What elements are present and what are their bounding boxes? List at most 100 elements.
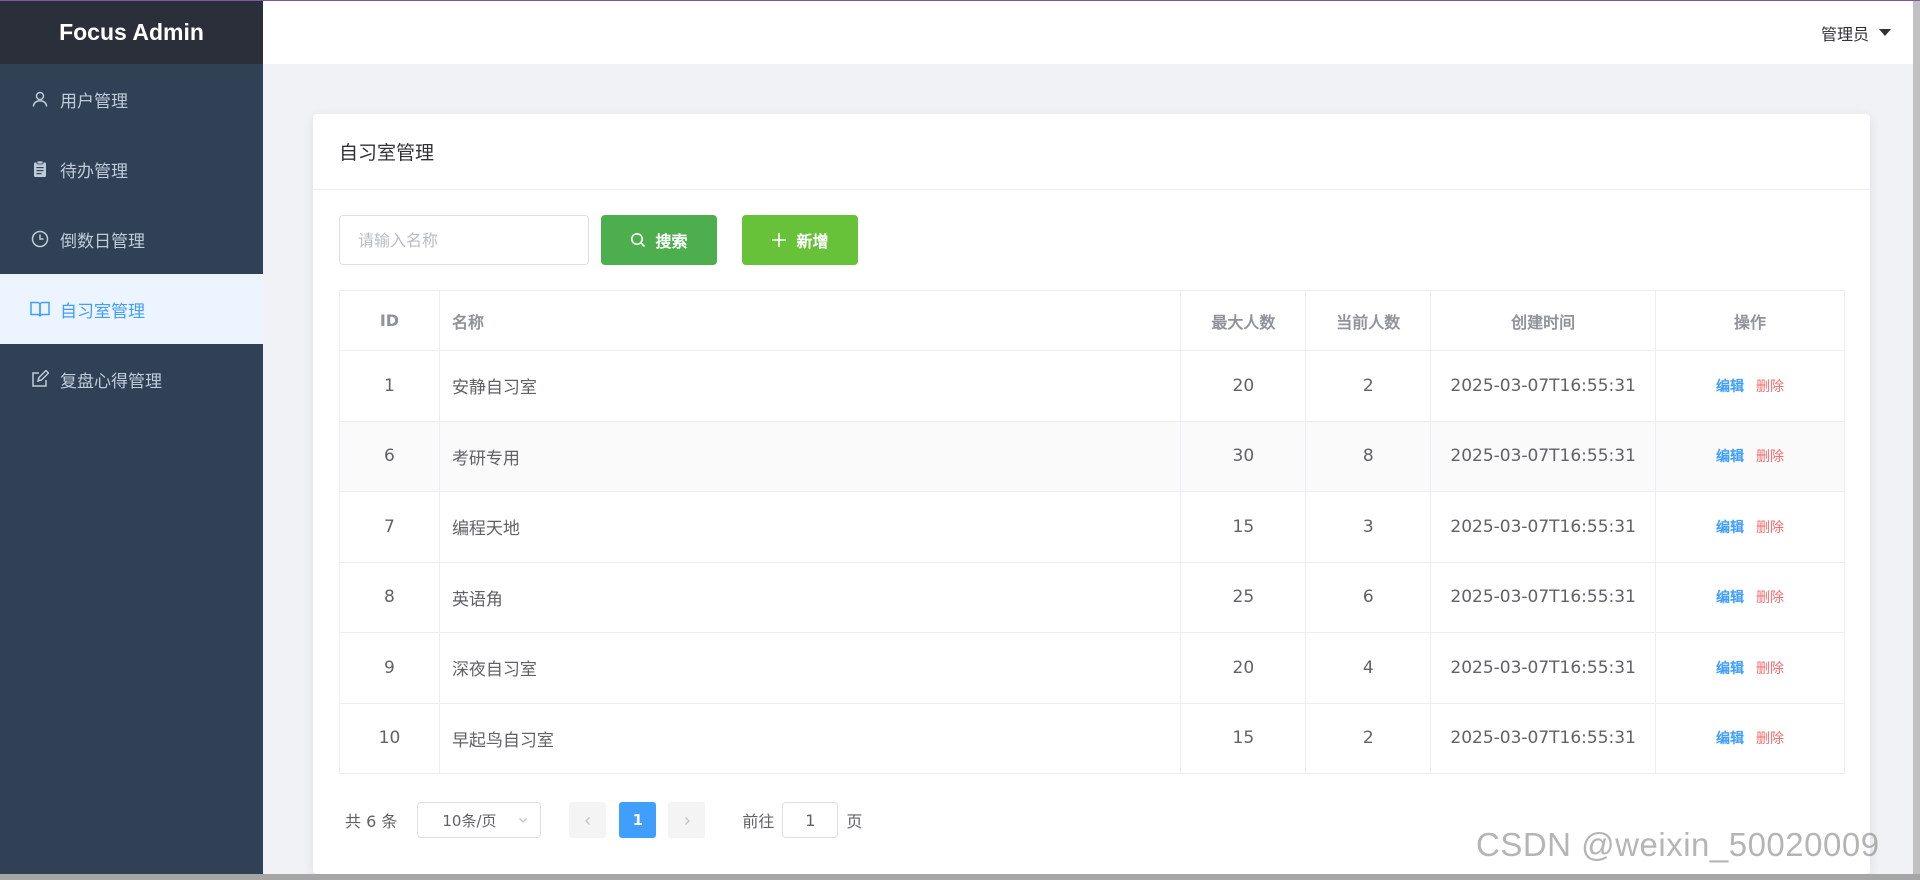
cell-current: 3 bbox=[1305, 491, 1432, 563]
sidebar-item-label: 自习室管理 bbox=[60, 301, 145, 322]
cell-max: 20 bbox=[1180, 632, 1307, 704]
goto-page-input[interactable] bbox=[782, 802, 839, 838]
cell-current: 8 bbox=[1305, 420, 1432, 492]
delete-link[interactable]: 删除 bbox=[1756, 449, 1784, 465]
sidebar-item-label: 复盘心得管理 bbox=[60, 371, 162, 392]
delete-link[interactable]: 删除 bbox=[1756, 590, 1784, 606]
sidebar-item-label: 待办管理 bbox=[60, 161, 128, 182]
horizontal-scrollbar[interactable] bbox=[0, 874, 1920, 880]
table-row: 1 安静自习室 20 2 2025-03-07T16:55:31 编辑 删除 bbox=[339, 350, 1845, 422]
study-room-card: 自习室管理 搜索 新增 ID bbox=[313, 114, 1870, 874]
table-row: 8 英语角 25 6 2025-03-07T16:55:31 编辑 删除 bbox=[339, 561, 1845, 633]
table-row: 7 编程天地 15 3 2025-03-07T16:55:31 编辑 删除 bbox=[339, 491, 1845, 563]
cell-max: 30 bbox=[1180, 420, 1307, 492]
chevron-down-icon bbox=[518, 811, 528, 829]
cell-name: 编程天地 bbox=[438, 491, 1182, 563]
delete-link[interactable]: 删除 bbox=[1756, 520, 1784, 536]
cell-max: 15 bbox=[1180, 491, 1307, 563]
edit-link[interactable]: 编辑 bbox=[1716, 661, 1744, 677]
cell-id: 10 bbox=[339, 702, 440, 774]
clock-icon bbox=[30, 229, 50, 249]
delete-link[interactable]: 删除 bbox=[1756, 379, 1784, 395]
cell-created: 2025-03-07T16:55:31 bbox=[1430, 491, 1657, 563]
search-button[interactable]: 搜索 bbox=[601, 215, 717, 265]
watermark: CSDN @weixin_50020009 bbox=[1476, 826, 1880, 863]
caret-down-icon bbox=[1879, 29, 1891, 36]
cell-id: 7 bbox=[339, 491, 440, 563]
cell-name: 考研专用 bbox=[438, 420, 1182, 492]
chevron-left-icon bbox=[583, 811, 593, 830]
column-header-actions: 操作 bbox=[1655, 290, 1845, 351]
edit-link[interactable]: 编辑 bbox=[1716, 731, 1744, 747]
sidebar-item-label: 倒数日管理 bbox=[60, 231, 145, 252]
user-dropdown[interactable]: 管理员 bbox=[1821, 1, 1891, 64]
page-size-value: 10条/页 bbox=[442, 811, 497, 830]
goto-label: 前往 bbox=[742, 812, 775, 831]
add-button[interactable]: 新增 bbox=[742, 215, 858, 265]
top-header: 管理员 bbox=[263, 1, 1913, 64]
edit-link[interactable]: 编辑 bbox=[1716, 590, 1744, 606]
cell-actions: 编辑 删除 bbox=[1655, 702, 1845, 774]
column-header-current: 当前人数 bbox=[1305, 290, 1432, 351]
edit-link[interactable]: 编辑 bbox=[1716, 379, 1744, 395]
edit-link[interactable]: 编辑 bbox=[1716, 449, 1744, 465]
search-button-label: 搜索 bbox=[655, 232, 688, 251]
app-logo: Focus Admin bbox=[0, 1, 263, 64]
cell-current: 4 bbox=[1305, 632, 1432, 704]
cell-max: 20 bbox=[1180, 350, 1307, 422]
sidebar-item-todos[interactable]: 待办管理 bbox=[0, 134, 263, 204]
book-icon bbox=[30, 299, 50, 319]
card-title: 自习室管理 bbox=[313, 114, 1870, 190]
delete-link[interactable]: 删除 bbox=[1756, 731, 1784, 747]
user-icon bbox=[30, 89, 50, 109]
chevron-right-icon bbox=[682, 811, 692, 830]
column-header-name: 名称 bbox=[438, 290, 1182, 351]
cell-created: 2025-03-07T16:55:31 bbox=[1430, 632, 1657, 704]
vertical-scrollbar[interactable] bbox=[1913, 1, 1920, 874]
sidebar-item-review[interactable]: 复盘心得管理 bbox=[0, 344, 263, 414]
pagination-total: 共 6 条 bbox=[345, 812, 398, 831]
next-page-button[interactable] bbox=[668, 802, 706, 838]
search-icon bbox=[630, 232, 646, 248]
delete-link[interactable]: 删除 bbox=[1756, 661, 1784, 677]
column-header-created: 创建时间 bbox=[1430, 290, 1657, 351]
cell-actions: 编辑 删除 bbox=[1655, 632, 1845, 704]
add-button-label: 新增 bbox=[796, 232, 829, 251]
cell-max: 15 bbox=[1180, 702, 1307, 774]
edit-link[interactable]: 编辑 bbox=[1716, 520, 1744, 536]
cell-name: 深夜自习室 bbox=[438, 632, 1182, 704]
clipboard-icon bbox=[30, 159, 50, 179]
cell-name: 早起鸟自习室 bbox=[438, 702, 1182, 774]
sidebar: Focus Admin 用户管理 待办管理 倒数日管理 自习室管理 复盘心得管理 bbox=[0, 1, 263, 874]
user-name: 管理员 bbox=[1820, 24, 1869, 44]
table-row: 10 早起鸟自习室 15 2 2025-03-07T16:55:31 编辑 删除 bbox=[339, 702, 1845, 774]
pagination: 共 6 条 10条/页 1 前往 页 bbox=[345, 802, 862, 838]
cell-id: 6 bbox=[339, 420, 440, 492]
page-number-current[interactable]: 1 bbox=[619, 802, 657, 838]
cell-name: 安静自习室 bbox=[438, 350, 1182, 422]
cell-id: 9 bbox=[339, 632, 440, 704]
cell-current: 2 bbox=[1305, 350, 1432, 422]
cell-actions: 编辑 删除 bbox=[1655, 420, 1845, 492]
table-header-row: ID 名称 最大人数 当前人数 创建时间 操作 bbox=[339, 290, 1845, 351]
sidebar-item-study-room[interactable]: 自习室管理 bbox=[0, 274, 263, 344]
toolbar: 搜索 新增 bbox=[339, 215, 858, 265]
cell-actions: 编辑 删除 bbox=[1655, 561, 1845, 633]
cell-current: 6 bbox=[1305, 561, 1432, 633]
page-size-select[interactable]: 10条/页 bbox=[417, 802, 542, 838]
cell-created: 2025-03-07T16:55:31 bbox=[1430, 420, 1657, 492]
cell-current: 2 bbox=[1305, 702, 1432, 774]
cell-id: 1 bbox=[339, 350, 440, 422]
sidebar-item-users[interactable]: 用户管理 bbox=[0, 64, 263, 134]
table-row: 9 深夜自习室 20 4 2025-03-07T16:55:31 编辑 删除 bbox=[339, 632, 1845, 704]
sidebar-item-countdown[interactable]: 倒数日管理 bbox=[0, 204, 263, 274]
cell-name: 英语角 bbox=[438, 561, 1182, 633]
cell-actions: 编辑 删除 bbox=[1655, 350, 1845, 422]
table-row: 6 考研专用 30 8 2025-03-07T16:55:31 编辑 删除 bbox=[339, 420, 1845, 492]
search-input[interactable] bbox=[339, 215, 589, 265]
prev-page-button[interactable] bbox=[569, 802, 607, 838]
cell-max: 25 bbox=[1180, 561, 1307, 633]
sidebar-item-label: 用户管理 bbox=[60, 91, 128, 112]
study-room-table: ID 名称 最大人数 当前人数 创建时间 操作 1 安静自习室 20 2 202… bbox=[339, 290, 1845, 774]
edit-icon bbox=[30, 369, 50, 389]
